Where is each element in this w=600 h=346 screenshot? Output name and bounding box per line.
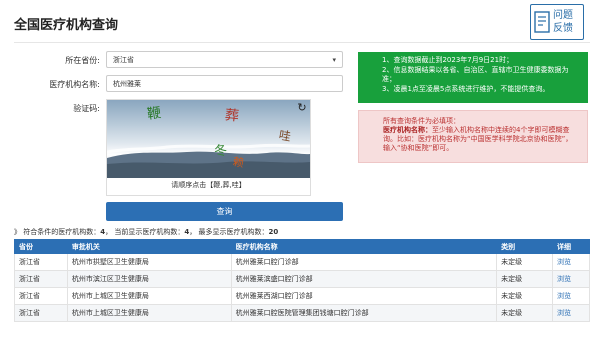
cell-authority: 杭州市拱墅区卫生健康局 [66, 253, 232, 271]
table-row: 浙江省 杭州市拱墅区卫生健康局 杭州雅莱口腔门诊部 未定级 浏览 [14, 253, 590, 271]
cell-authority: 杭州市滨江区卫生健康局 [66, 270, 232, 288]
captcha-label: 验证码: [73, 104, 100, 113]
feedback-icon [534, 11, 550, 33]
cell-province: 浙江省 [14, 304, 68, 322]
notice-required-body: 医疗机构名称：至少输入机构名称中连续的4个字即可模糊查询。比如：医疗机构名称为“… [383, 126, 577, 153]
table-row: 浙江省 杭州市上城区卫生健康局 杭州雅莱西湖口腔门诊部 未定级 浏览 [14, 287, 590, 305]
refresh-icon[interactable]: ↻ [296, 102, 308, 114]
column-header: 类别 [496, 239, 553, 254]
view-details-link[interactable]: 浏览 [557, 309, 571, 317]
summary-prefix: 》 符合条件的医疗机构数： [14, 228, 101, 236]
cell-authority: 杭州市上城区卫生健康局 [66, 287, 232, 305]
cell-institution-name: 杭州雅莱口腔医院管理集团钱塘口腔门诊部 [230, 304, 498, 322]
view-details-link[interactable]: 浏览 [557, 292, 571, 300]
cell-category: 未定级 [496, 287, 553, 305]
notice-info: 1、查询数据截止到2023年7月9日21时； 2、信息数据结果以各省、自治区、直… [358, 52, 588, 103]
notice-required-heading: 所有查询条件为必填项： [383, 117, 460, 125]
institution-name-label: 医疗机构名称: [49, 80, 100, 89]
max-count: 20 [268, 228, 279, 236]
captcha-image[interactable]: 鞭 葬 哇 冬 赖 ↻ [107, 100, 310, 178]
table-header-row: 省份 审批机关 医疗机构名称 类别 详细 [14, 239, 590, 254]
province-select[interactable]: 浙江省 ▾ [106, 51, 343, 68]
table-row: 浙江省 杭州市滨江区卫生健康局 杭州雅莱滨盛口腔门诊部 未定级 浏览 [14, 270, 590, 288]
notice-info-line: 1、查询数据截止到2023年7月9日21时； [382, 56, 514, 64]
view-details-link[interactable]: 浏览 [557, 275, 571, 283]
cell-institution-name: 杭州雅莱西湖口腔门诊部 [230, 287, 498, 305]
cell-category: 未定级 [496, 270, 553, 288]
notice-info-line: 2、信息数据结果以各省、自治区、直辖市卫生健康委数据为准； [382, 65, 569, 84]
table-row: 浙江省 杭州市上城区卫生健康局 杭州雅莱口腔医院管理集团钱塘口腔门诊部 未定级 … [14, 304, 590, 322]
summary-max-label: ， 最多显示医疗机构数： [189, 228, 269, 236]
notice-info-line: 3、凌晨1点至凌晨5点系统进行维护，不能提供查询。 [382, 84, 550, 93]
cell-province: 浙江省 [14, 253, 68, 271]
cell-province: 浙江省 [14, 270, 68, 288]
feedback-label-2: 反馈 [553, 23, 573, 34]
notice-required-label: 医疗机构名称： [383, 126, 432, 134]
captcha-char[interactable]: 冬 [213, 139, 228, 159]
captcha-hint: 请顺序点击【鞭,葬,哇】 [171, 181, 246, 189]
institution-name-input[interactable]: 杭州雅莱 [106, 75, 343, 92]
column-header: 医疗机构名称 [230, 239, 498, 254]
captcha-char[interactable]: 鞭 [146, 102, 163, 124]
notice-required: 所有查询条件为必填项： 医疗机构名称：至少输入机构名称中连续的4个字即可模糊查询… [358, 110, 588, 163]
cell-authority: 杭州市上城区卫生健康局 [66, 304, 232, 322]
summary-shown-label: ， 当前显示医疗机构数： [105, 228, 185, 236]
column-header: 详细 [552, 239, 590, 254]
results-summary: 》 符合条件的医疗机构数：4， 当前显示医疗机构数：4， 最多显示医疗机构数：2… [14, 227, 278, 237]
cell-institution-name: 杭州雅莱滨盛口腔门诊部 [230, 270, 498, 288]
cell-category: 未定级 [496, 304, 553, 322]
cell-category: 未定级 [496, 253, 553, 271]
column-header: 省份 [14, 239, 68, 254]
header-divider [14, 42, 590, 43]
search-button[interactable]: 查询 [106, 202, 343, 221]
province-value: 浙江省 [113, 55, 134, 64]
page-title: 全国医疗机构查询 [14, 18, 119, 33]
cell-institution-name: 杭州雅莱口腔门诊部 [230, 253, 498, 271]
province-label: 所在省份: [65, 56, 100, 65]
captcha-box: 鞭 葬 哇 冬 赖 ↻ 请顺序点击【鞭,葬,哇】 [106, 99, 311, 196]
chevron-down-icon: ▾ [332, 55, 336, 64]
institution-name-value: 杭州雅莱 [113, 79, 141, 88]
view-details-link[interactable]: 浏览 [557, 258, 571, 266]
feedback-label-1: 问题 [553, 10, 573, 21]
cell-province: 浙江省 [14, 287, 68, 305]
feedback-button[interactable]: 问题 反馈 [530, 4, 584, 40]
captcha-char[interactable]: 葬 [224, 104, 240, 125]
results-table: 省份 审批机关 医疗机构名称 类别 详细 浙江省 杭州市拱墅区卫生健康局 杭州雅… [14, 239, 590, 322]
column-header: 审批机关 [66, 239, 232, 254]
